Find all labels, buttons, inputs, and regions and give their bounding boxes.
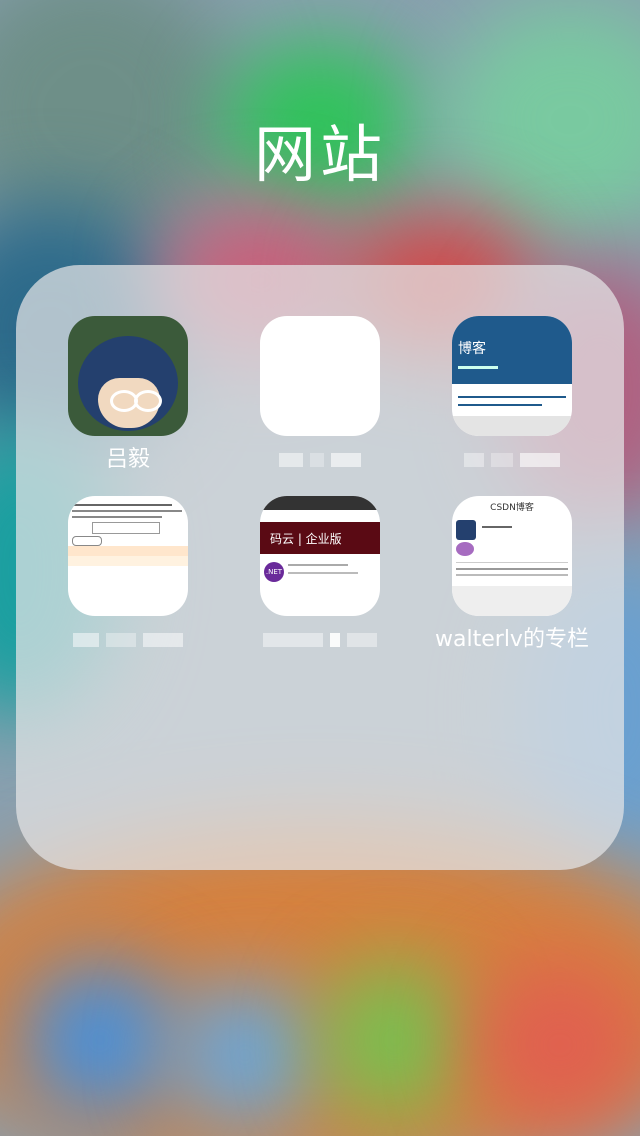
app-gitee[interactable]: 码云 | 企业版 .NET	[230, 496, 410, 654]
app-label-luyi: 吕毅	[105, 447, 150, 472]
app-label-blurred	[422, 446, 602, 474]
app-forum[interactable]	[38, 496, 218, 654]
app-csdn[interactable]: CSDN博客 walterlv的专栏	[422, 496, 602, 654]
app-label-blurred	[230, 626, 410, 654]
app-blog[interactable]: 博客	[422, 316, 602, 474]
folder-panel: 吕毅 博客 码云 | 企业版 .NET CSDN博客 walterlv的专栏	[16, 265, 624, 870]
app-label-csdn: walterlv的专栏	[435, 627, 589, 652]
app-label-blurred	[230, 446, 410, 474]
anime-avatar-icon[interactable]	[68, 316, 188, 436]
csdn-page-icon[interactable]: CSDN博客	[452, 496, 572, 616]
blank-web-icon[interactable]	[260, 316, 380, 436]
app-label-blurred	[38, 626, 218, 654]
app-blank[interactable]	[230, 316, 410, 474]
gitee-page-icon[interactable]: 码云 | 企业版 .NET	[260, 496, 380, 616]
blog-page-icon[interactable]: 博客	[452, 316, 572, 436]
folder-title[interactable]: 网站	[0, 104, 640, 194]
forum-page-icon[interactable]	[68, 496, 188, 616]
app-luyi[interactable]: 吕毅	[38, 316, 218, 474]
